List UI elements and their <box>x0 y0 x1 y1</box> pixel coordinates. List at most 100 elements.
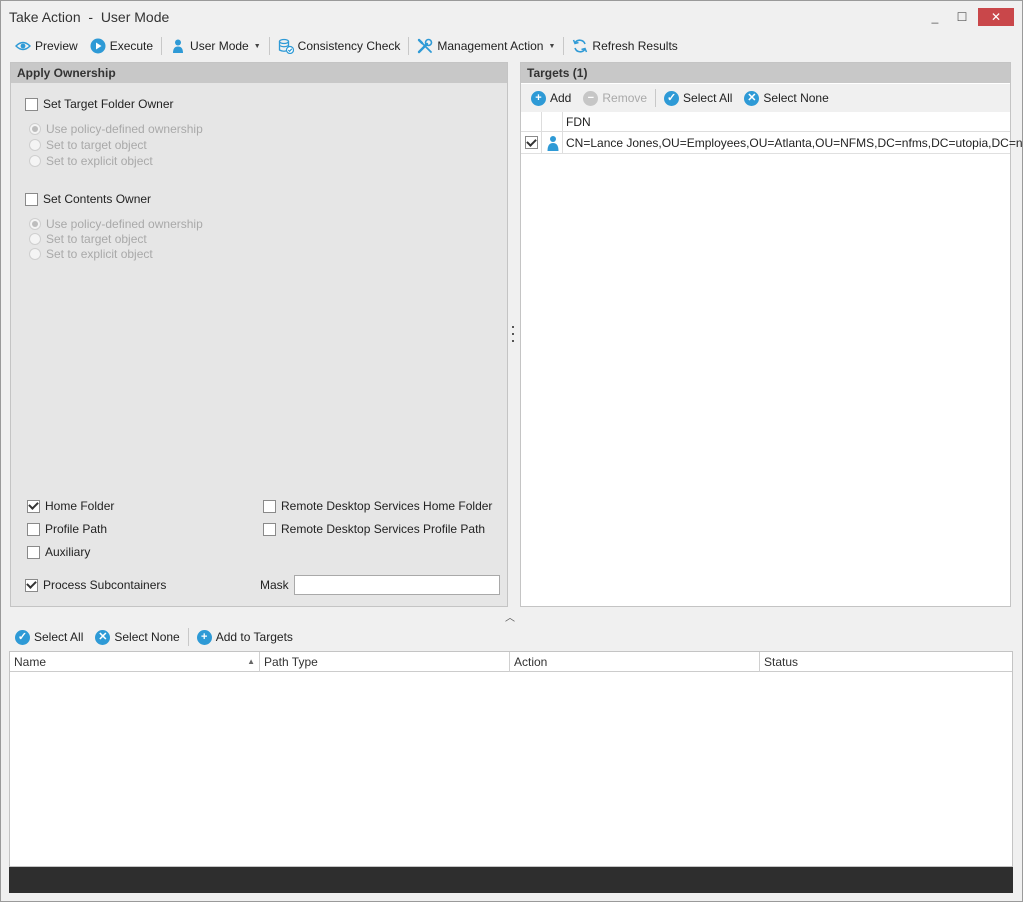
preview-button[interactable]: Preview <box>9 35 84 57</box>
user-mode-label: User Mode <box>190 39 249 53</box>
consistency-check-button[interactable]: Consistency Check <box>272 35 407 57</box>
radio-label: Use policy-defined ownership <box>46 122 203 136</box>
play-icon <box>90 38 106 54</box>
radio-button[interactable] <box>29 155 41 167</box>
checkbox-box[interactable] <box>263 499 276 513</box>
consistency-check-label: Consistency Check <box>297 39 401 53</box>
select-all-targets-button[interactable]: ✓ Select All <box>658 87 738 109</box>
column-header-action[interactable]: Action <box>510 652 760 672</box>
x-circle-icon: ✕ <box>95 629 111 645</box>
checkbox-box[interactable] <box>25 97 38 111</box>
rds-profile-path-checkbox[interactable]: Remote Desktop Services Profile Path <box>263 522 485 536</box>
horizontal-splitter-chevron-up-icon[interactable]: ︿ <box>505 609 515 624</box>
target-owner-option-policy[interactable]: Use policy-defined ownership <box>29 122 203 136</box>
row-checkbox[interactable] <box>525 136 538 149</box>
column-header-status[interactable]: Status <box>760 652 1012 672</box>
checkbox-box[interactable] <box>27 499 40 513</box>
results-grid-header: Name ▲ Path Type Action Status <box>10 652 1012 672</box>
execute-label: Execute <box>109 39 154 53</box>
toolbar-separator <box>161 37 163 55</box>
profile-path-label: Profile Path <box>45 522 108 536</box>
set-target-folder-owner-checkbox[interactable]: Set Target Folder Owner <box>25 97 174 111</box>
select-all-results-button[interactable]: ✓ Select All <box>9 626 89 648</box>
results-toolbar: ✓ Select All ✕ Select None + Add to Targ… <box>9 624 1013 650</box>
contents-owner-option-explicit-object[interactable]: Set to explicit object <box>29 247 153 261</box>
refresh-results-label: Refresh Results <box>592 39 678 53</box>
process-subcontainers-checkbox[interactable]: Process Subcontainers <box>25 578 166 592</box>
check-circle-icon: ✓ <box>15 629 30 645</box>
mask-input[interactable] <box>293 575 500 595</box>
checkbox-box[interactable] <box>27 545 40 559</box>
targets-panel: Targets (1) + Add − Remove ✓ Select All … <box>520 62 1023 607</box>
add-icon: + <box>196 629 212 645</box>
management-action-dropdown[interactable]: Management Action ▼ <box>411 35 561 57</box>
chevron-down-icon: ▼ <box>548 42 556 50</box>
select-all-label: Select All <box>34 630 84 644</box>
process-subcontainers-label: Process Subcontainers <box>43 578 167 592</box>
fdn-column-header[interactable]: FDN <box>566 115 591 129</box>
fdn-cell: CN=Lance Jones,OU=Employees,OU=Atlanta,O… <box>566 136 1023 150</box>
column-header-name[interactable]: Name ▲ <box>10 652 260 672</box>
checkbox-box[interactable] <box>25 578 38 592</box>
mask-field-group: Mask <box>260 575 500 595</box>
execute-button[interactable]: Execute <box>84 35 159 57</box>
user-mode-dropdown[interactable]: User Mode ▼ <box>164 35 267 57</box>
refresh-results-button[interactable]: Refresh Results <box>566 35 683 57</box>
target-owner-option-target-object[interactable]: Set to target object <box>29 138 147 152</box>
select-all-label: Select All <box>683 91 733 105</box>
contents-owner-option-policy[interactable]: Use policy-defined ownership <box>29 217 203 231</box>
maximize-button[interactable]: ☐ <box>949 8 975 26</box>
auxiliary-label: Auxiliary <box>45 545 91 559</box>
rds-profile-path-label: Remote Desktop Services Profile Path <box>281 522 486 536</box>
rds-home-folder-checkbox[interactable]: Remote Desktop Services Home Folder <box>263 499 492 513</box>
add-to-targets-button[interactable]: + Add to Targets <box>191 626 299 648</box>
mask-label: Mask <box>260 578 289 592</box>
select-none-label: Select None <box>114 630 180 644</box>
radio-label: Set to target object <box>46 138 147 152</box>
column-header-path-type[interactable]: Path Type <box>260 652 510 672</box>
radio-label: Set to target object <box>46 232 147 246</box>
results-grid: Name ▲ Path Type Action Status <box>9 651 1013 867</box>
select-none-results-button[interactable]: ✕ Select None <box>89 626 185 648</box>
checkbox-box[interactable] <box>25 192 38 206</box>
remove-label: Remove <box>602 91 648 105</box>
tools-icon <box>417 38 433 54</box>
table-row[interactable]: CN=Lance Jones,OU=Employees,OU=Atlanta,O… <box>521 132 1023 154</box>
status-bar <box>9 867 1013 893</box>
close-button[interactable]: ✕ <box>978 8 1014 26</box>
radio-button[interactable] <box>29 248 41 260</box>
radio-label: Use policy-defined ownership <box>46 217 203 231</box>
add-icon: + <box>531 90 546 106</box>
add-target-button[interactable]: + Add <box>525 87 577 109</box>
toolbar-separator <box>655 89 657 107</box>
targets-toolbar: + Add − Remove ✓ Select All ✕ Select Non… <box>521 84 1010 112</box>
management-action-label: Management Action <box>437 39 544 53</box>
auxiliary-checkbox[interactable]: Auxiliary <box>27 545 90 559</box>
remove-icon: − <box>583 90 599 106</box>
radio-button[interactable] <box>29 139 41 151</box>
user-icon <box>545 135 561 151</box>
radio-button[interactable] <box>29 218 41 230</box>
radio-button[interactable] <box>29 233 41 245</box>
minimize-button[interactable]: _ <box>922 8 948 26</box>
target-owner-option-explicit-object[interactable]: Set to explicit object <box>29 154 153 168</box>
refresh-icon <box>572 38 588 54</box>
checkbox-box[interactable] <box>27 522 40 536</box>
radio-button[interactable] <box>29 123 41 135</box>
checkbox-box[interactable] <box>263 522 276 536</box>
add-to-targets-label: Add to Targets <box>215 630 293 644</box>
window-title: Take Action - User Mode <box>9 9 170 25</box>
title-bar: Take Action - User Mode _ ☐ ✕ <box>1 1 1022 32</box>
apply-ownership-panel: Apply Ownership Set Target Folder Owner … <box>10 62 508 607</box>
home-folder-checkbox[interactable]: Home Folder <box>27 499 114 513</box>
vertical-splitter-handle[interactable] <box>511 326 515 342</box>
remove-target-button[interactable]: − Remove <box>577 87 653 109</box>
profile-path-checkbox[interactable]: Profile Path <box>27 522 107 536</box>
contents-owner-option-target-object[interactable]: Set to target object <box>29 232 147 246</box>
radio-label: Set to explicit object <box>46 154 153 168</box>
user-icon <box>170 38 186 54</box>
targets-grid-header: FDN <box>521 112 1010 132</box>
set-contents-owner-checkbox[interactable]: Set Contents Owner <box>25 192 151 206</box>
select-none-targets-button[interactable]: ✕ Select None <box>738 87 834 109</box>
rds-home-folder-label: Remote Desktop Services Home Folder <box>281 499 493 513</box>
